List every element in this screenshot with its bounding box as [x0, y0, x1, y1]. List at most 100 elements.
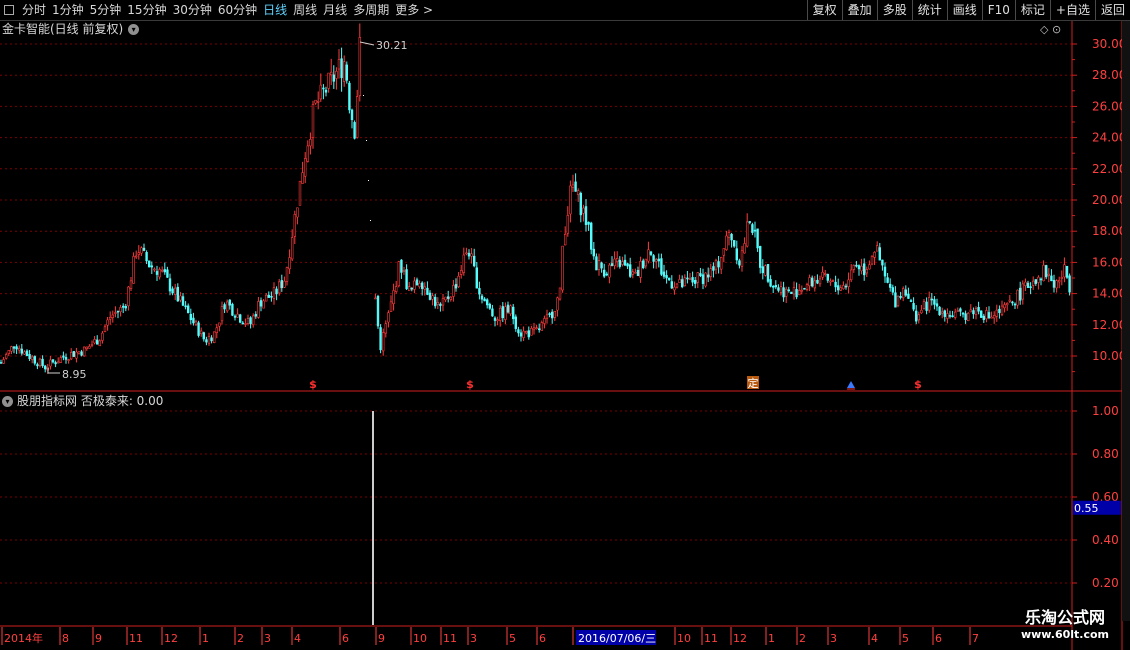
- date-label: 1: [202, 632, 209, 645]
- candle-body: [831, 280, 835, 282]
- period-tab-2[interactable]: 5分钟: [90, 0, 128, 20]
- candle-body: [566, 215, 570, 234]
- candle-body: [930, 298, 934, 301]
- candle-body: [254, 314, 257, 317]
- candle-body: [241, 322, 244, 325]
- date-label: 3: [264, 632, 271, 645]
- candle-body: [1058, 280, 1061, 283]
- candle-body: [257, 301, 260, 318]
- candle-body: [264, 294, 268, 302]
- candle-body: [405, 269, 408, 290]
- candle-body: [223, 304, 226, 310]
- period-tab-9[interactable]: 多周期: [353, 0, 395, 20]
- candle-body: [30, 356, 34, 360]
- candle-body: [387, 312, 390, 323]
- candle-body: [228, 299, 231, 306]
- toolbar-button-1[interactable]: 叠加: [841, 0, 877, 20]
- candle-body: [972, 310, 975, 315]
- candle-body: [290, 237, 294, 260]
- candle-body: [389, 301, 393, 313]
- candle-body: [1039, 278, 1043, 281]
- candle-body: [615, 258, 619, 262]
- candle-body: [1024, 281, 1027, 286]
- period-tab-1[interactable]: 1分钟: [52, 0, 90, 20]
- candle-body: [1045, 265, 1048, 278]
- candle-body: [103, 326, 107, 332]
- candle-body: [83, 346, 86, 357]
- candle-body: [485, 299, 489, 306]
- candle-body: [535, 327, 538, 329]
- candle-body: [1026, 282, 1030, 288]
- candle-body: [636, 270, 640, 277]
- candle-body: [23, 351, 26, 355]
- candle-body: [797, 290, 801, 296]
- candle-body: [355, 96, 359, 138]
- date-label: 4: [294, 632, 301, 645]
- candle-body: [402, 270, 406, 272]
- candle-body: [922, 301, 926, 309]
- candle-body: [595, 256, 598, 271]
- high-marker-arrow: [359, 41, 375, 46]
- candle-body: [639, 260, 642, 278]
- toolbar-button-2[interactable]: 多股: [876, 0, 912, 20]
- period-tab-6[interactable]: 日线: [263, 0, 293, 20]
- candle-body: [1050, 275, 1053, 282]
- candle-body: [449, 296, 452, 300]
- candle-body: [80, 351, 83, 356]
- indicator-title: 股朋指标网 否极泰来: 0.00: [17, 394, 164, 408]
- period-tab-0[interactable]: 分时: [22, 0, 52, 20]
- toolbar-button-8[interactable]: 返回: [1094, 0, 1130, 20]
- period-tabs: 分时 1分钟 5分钟 15分钟 30分钟 60分钟 日线 周线 月线 多周期 更多 >: [0, 0, 439, 20]
- period-tab-5[interactable]: 60分钟: [218, 0, 263, 20]
- date-label: 8: [62, 632, 69, 645]
- toolbar-button-0[interactable]: 复权: [806, 0, 842, 20]
- date-label: 12: [164, 632, 178, 645]
- period-tab-10[interactable]: 更多 >: [395, 0, 439, 20]
- diamond-icon[interactable]: ◇: [1040, 23, 1048, 36]
- date-label: 11: [129, 632, 143, 645]
- candle-body: [805, 284, 809, 290]
- candle-body: [413, 280, 416, 290]
- candle-body: [420, 282, 424, 289]
- candle-body: [504, 306, 507, 320]
- candle-body: [584, 206, 588, 225]
- candle-body: [896, 295, 900, 307]
- indicator-axis-label: 0.20: [1092, 576, 1119, 590]
- candle-body: [62, 355, 65, 358]
- candle-body: [467, 252, 471, 257]
- candle-body: [239, 314, 242, 323]
- candle-body: [592, 248, 596, 257]
- candle-body: [691, 277, 694, 283]
- window-icon[interactable]: [4, 5, 14, 15]
- period-tab-7[interactable]: 周线: [293, 0, 323, 20]
- period-tab-3[interactable]: 15分钟: [127, 0, 172, 20]
- candle-body: [275, 288, 278, 295]
- candle-body: [756, 228, 759, 249]
- period-tab-8[interactable]: 月线: [323, 0, 353, 20]
- cursor-date: 2016/07/06/三: [578, 632, 656, 645]
- kline-chart[interactable]: 30.218.95$ $ 定 $ 30.0028.0026.0024.0022.002…: [0, 0, 1130, 650]
- candle-body: [605, 273, 609, 276]
- candle-body: [88, 346, 91, 349]
- candle-body: [730, 233, 733, 241]
- candle-body: [881, 259, 884, 266]
- period-tab-4[interactable]: 30分钟: [173, 0, 218, 20]
- toolbar-button-3[interactable]: 统计: [911, 0, 947, 20]
- candle-body: [795, 289, 798, 298]
- toolbar-button-7[interactable]: +自选: [1049, 0, 1095, 20]
- candle-body: [181, 296, 185, 306]
- candle-body: [511, 306, 515, 320]
- date-label: 11: [443, 632, 457, 645]
- candle-body: [171, 288, 174, 294]
- settings-icon[interactable]: ⊙: [1052, 23, 1061, 36]
- candle-body: [1013, 303, 1017, 306]
- candle-body: [818, 278, 822, 285]
- toolbar-button-5[interactable]: F10: [981, 0, 1015, 20]
- candle-body: [844, 285, 848, 288]
- candle-body: [847, 279, 850, 287]
- chevron-down-icon[interactable]: ▾: [2, 395, 13, 407]
- candle-body: [732, 240, 736, 247]
- toolbar-button-4[interactable]: 画线: [946, 0, 982, 20]
- toolbar-button-6[interactable]: 标记: [1014, 0, 1050, 20]
- chevron-down-icon[interactable]: ▾: [128, 23, 140, 35]
